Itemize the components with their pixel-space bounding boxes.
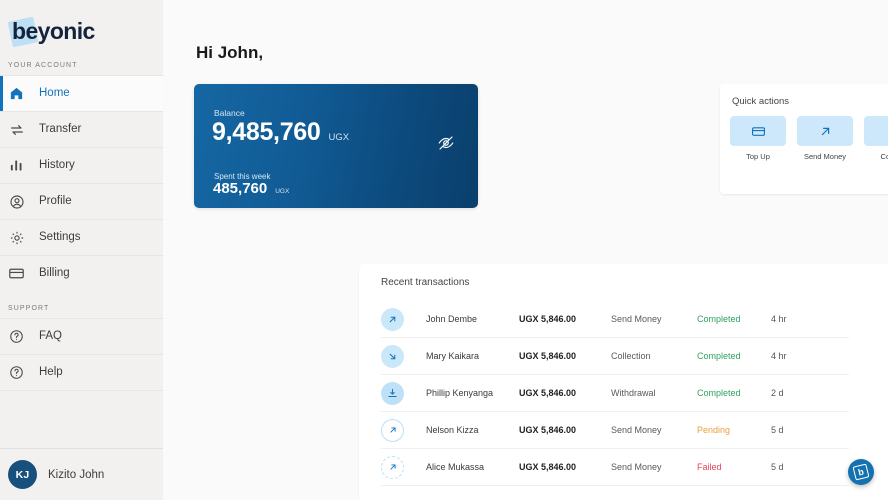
transaction-time: 5 d <box>771 425 784 435</box>
sidebar-item-faq[interactable]: FAQ <box>0 318 163 354</box>
transaction-time: 5 d <box>771 462 784 472</box>
profile-icon <box>8 193 25 210</box>
transaction-time: 4 hr <box>771 351 787 361</box>
question-circle-icon <box>8 328 25 345</box>
status-badge: Completed <box>697 388 741 398</box>
table-row[interactable]: John Dembe UGX 5,846.00 Send Money Compl… <box>381 301 849 338</box>
status-badge: Completed <box>697 314 741 324</box>
table-row[interactable]: Phillip Kenyanga UGX 5,846.00 Withdrawal… <box>381 375 849 412</box>
transaction-amount: UGX 5,846.00 <box>519 462 577 472</box>
sidebar-item-home-label: Home <box>39 86 70 99</box>
sidebar-item-home[interactable]: Home <box>0 75 163 111</box>
sidebar-item-transfer[interactable]: Transfer <box>0 111 163 147</box>
quick-action-collect-label: Collect <box>880 152 888 161</box>
arrow-up-right-icon <box>381 307 404 331</box>
eye-off-icon[interactable] <box>437 134 455 152</box>
transaction-type: Send Money <box>611 462 662 472</box>
balance-currency: UGX <box>328 132 350 143</box>
sidebar-spacer <box>0 390 163 448</box>
sidebar-item-billing[interactable]: Billing <box>0 255 163 291</box>
transfer-icon <box>8 121 25 138</box>
card-icon <box>730 116 786 146</box>
table-row[interactable]: Mary Kaikara UGX 5,846.00 Collection Com… <box>381 338 849 375</box>
home-icon <box>8 85 25 102</box>
arrow-down-right-icon <box>381 344 404 368</box>
balance-value-row: 9,485,760 UGX <box>212 118 349 147</box>
sidebar-item-faq-label: FAQ <box>39 329 63 342</box>
gear-icon <box>8 229 25 246</box>
page-title: Hi John, <box>196 43 264 62</box>
sidebar-item-help[interactable]: Help <box>0 354 163 390</box>
quick-actions-card: Quick actions Top Up Send Money C <box>720 84 888 194</box>
transaction-amount: UGX 5,846.00 <box>519 425 577 435</box>
transaction-type: Withdrawal <box>611 388 656 398</box>
arrow-down-right-icon <box>864 116 888 146</box>
spent-currency: UGX <box>275 188 290 195</box>
balance-label: Balance <box>214 108 245 118</box>
sidebar-section-account-label: YOUR ACCOUNT <box>8 62 78 69</box>
history-icon <box>8 157 25 174</box>
transaction-type: Send Money <box>611 314 662 324</box>
sidebar-user-name: Kizito John <box>48 468 105 481</box>
transaction-time: 4 hr <box>771 314 787 324</box>
avatar: KJ <box>8 460 37 489</box>
question-circle-icon <box>8 364 25 381</box>
brand-logo[interactable]: beyonic <box>0 0 163 62</box>
recent-transactions-card: Recent transactions John Dembe UGX 5,846… <box>359 264 888 500</box>
transaction-name: Nelson Kizza <box>426 425 479 435</box>
sidebar-item-history-label: History <box>39 158 75 171</box>
table-row[interactable]: Alice Mukassa UGX 5,846.00 Send Money Fa… <box>381 449 849 486</box>
transaction-time: 2 d <box>771 388 784 398</box>
logo-text: beyonic <box>12 17 95 44</box>
table-row[interactable]: Nelson Kizza UGX 5,846.00 Send Money Pen… <box>381 412 849 449</box>
quick-action-top-up[interactable]: Top Up <box>730 116 786 161</box>
recent-transactions-title: Recent transactions <box>381 277 470 288</box>
sidebar-item-transfer-label: Transfer <box>39 122 82 135</box>
transaction-type: Collection <box>611 351 651 361</box>
transaction-amount: UGX 5,846.00 <box>519 351 577 361</box>
sidebar-user-profile[interactable]: KJ Kizito John <box>0 448 163 500</box>
transaction-name: John Dembe <box>426 314 478 324</box>
status-badge: Pending <box>697 425 731 435</box>
sidebar-item-settings-label: Settings <box>39 230 81 243</box>
sidebar-item-history[interactable]: History <box>0 147 163 183</box>
sidebar-support-section: SUPPORT FAQ Help <box>0 305 163 390</box>
sidebar-item-profile-label: Profile <box>39 194 72 207</box>
quick-actions-row: Top Up Send Money Collect <box>730 116 888 161</box>
arrow-up-right-icon <box>381 418 404 442</box>
transaction-name: Alice Mukassa <box>426 462 485 472</box>
spent-value-row: 485,760 UGX <box>213 180 289 197</box>
sidebar-item-profile[interactable]: Profile <box>0 183 163 219</box>
sidebar-item-billing-label: Billing <box>39 266 70 279</box>
sidebar-section-support-label: SUPPORT <box>8 305 50 312</box>
quick-action-send-money[interactable]: Send Money <box>797 116 853 161</box>
download-icon <box>381 381 404 405</box>
fab-letter: b <box>852 463 870 481</box>
quick-action-top-up-label: Top Up <box>746 152 770 161</box>
transaction-type: Send Money <box>611 425 662 435</box>
sidebar: beyonic YOUR ACCOUNT Home Transfer Histo… <box>0 0 163 500</box>
arrow-up-right-icon <box>797 116 853 146</box>
beyonic-mark-icon[interactable]: b <box>848 459 874 485</box>
quick-action-send-money-label: Send Money <box>803 152 847 161</box>
spent-amount: 485,760 <box>213 180 268 197</box>
status-badge: Completed <box>697 351 741 361</box>
transaction-name: Phillip Kenyanga <box>426 388 494 398</box>
sidebar-item-help-label: Help <box>39 365 63 378</box>
quick-action-collect[interactable]: Collect <box>864 116 888 161</box>
transaction-name: Mary Kaikara <box>426 351 480 361</box>
balance-card: Balance 9,485,760 UGX Spent this week 48… <box>194 84 478 208</box>
status-badge: Failed <box>697 462 722 472</box>
card-icon <box>8 265 25 282</box>
main-content: Hi John, Balance 9,485,760 UGX Spent thi… <box>163 0 888 500</box>
quick-actions-title: Quick actions <box>732 96 790 107</box>
transaction-amount: UGX 5,846.00 <box>519 388 577 398</box>
arrow-up-right-icon <box>381 455 404 479</box>
transactions-list: John Dembe UGX 5,846.00 Send Money Compl… <box>359 301 888 486</box>
transaction-amount: UGX 5,846.00 <box>519 314 577 324</box>
sidebar-item-settings[interactable]: Settings <box>0 219 163 255</box>
balance-amount: 9,485,760 <box>212 118 321 146</box>
app-root: beyonic YOUR ACCOUNT Home Transfer Histo… <box>0 0 888 500</box>
